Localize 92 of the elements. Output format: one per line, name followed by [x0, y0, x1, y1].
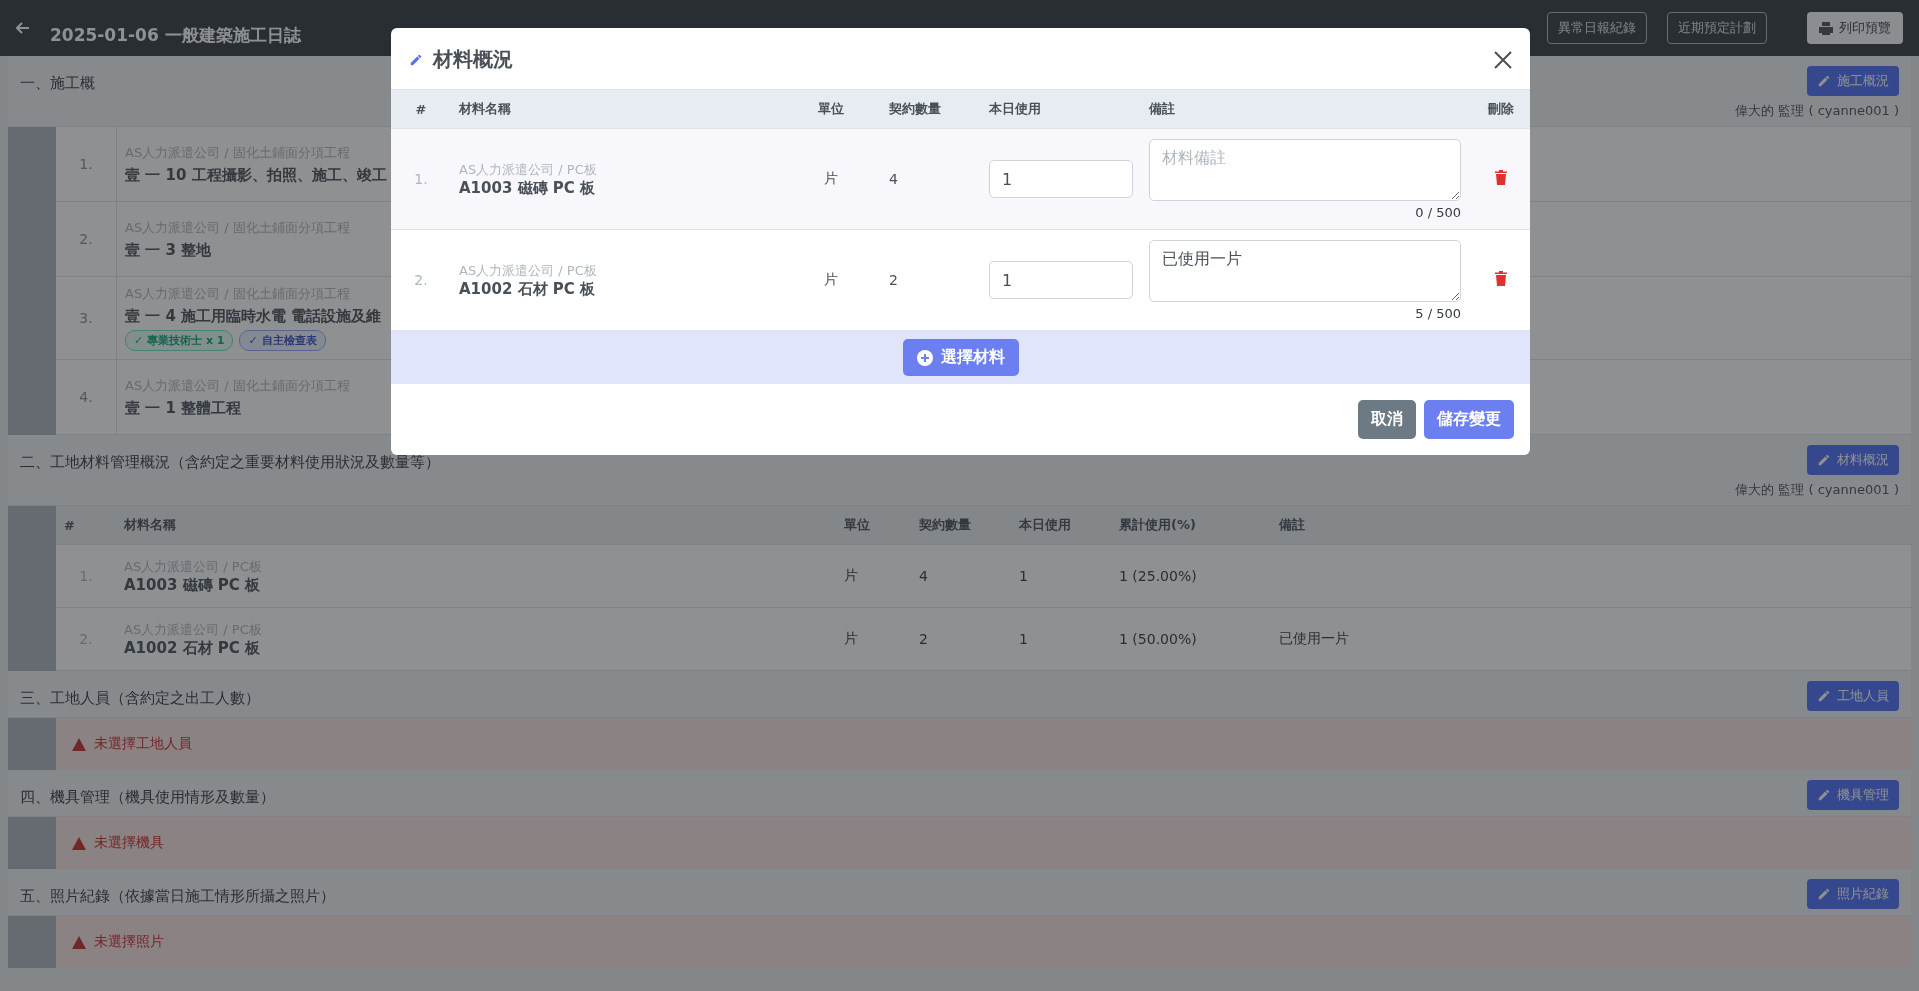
warning-text: 未選擇工地人員 — [94, 735, 192, 753]
char-count: 0 / 500 — [1414, 204, 1461, 220]
column-header: 本日使用 — [981, 90, 1141, 129]
section-title: 四、機具管理（機具使用情形及數量） — [20, 787, 276, 807]
status-tag: ✓ 自主檢查表 — [239, 330, 326, 351]
edit-button[interactable]: 工地人員 — [1807, 681, 1899, 711]
column-header: # — [56, 506, 116, 545]
page-title: 2025-01-06 一般建築施工日誌 — [50, 23, 301, 47]
trash-icon[interactable] — [1494, 170, 1507, 185]
column-header: 累計使用(%) — [1111, 506, 1271, 545]
char-count: 5 / 500 — [1414, 305, 1461, 321]
unit-cell: 片 — [781, 128, 881, 230]
note-text: 已使用一片 — [1279, 630, 1349, 646]
column-header: 刪除 — [1471, 90, 1530, 129]
author-label: 偉大的 監理 ( cyanne001 ) — [1735, 102, 1899, 120]
column-header: 單位 — [836, 506, 911, 545]
table-cell: 1 (50.00%) — [1111, 607, 1271, 671]
save-button[interactable]: 儲存變更 — [1424, 400, 1514, 439]
edit-button[interactable]: 材料概況 — [1807, 445, 1899, 475]
column-header: 材料名稱 — [451, 90, 781, 129]
task-name: 壹 一 3 整地 — [125, 240, 213, 260]
gutter-column — [8, 718, 56, 770]
warning-icon — [72, 737, 86, 751]
row-number: 3. — [56, 277, 117, 359]
task-name: 壹 一 10 工程攝影、拍照、施工、竣工 — [125, 165, 387, 185]
plus-circle-icon — [916, 349, 933, 366]
pencil-icon — [1817, 689, 1831, 703]
edit-button[interactable]: 照片紀錄 — [1807, 879, 1899, 909]
pencil-icon — [1817, 887, 1831, 901]
row-number: 2. — [391, 229, 451, 331]
column-header: 備註 — [1271, 506, 1911, 545]
column-header: 材料名稱 — [116, 506, 836, 545]
column-header: 本日使用 — [1011, 506, 1111, 545]
dialog-title: 材料概況 — [433, 46, 514, 73]
task-name: 壹 一 1 整體工程 — [125, 398, 243, 418]
edit-button[interactable]: 施工概況 — [1807, 66, 1899, 96]
material-name: A1002 石材 PC 板 — [459, 279, 597, 299]
toolbar-button[interactable]: 異常日報紀錄 — [1547, 12, 1647, 44]
table-cell: 1 — [1011, 544, 1111, 608]
source-label: AS人力派遣公司 / PC板 — [459, 160, 598, 179]
quantity-field[interactable]: 1 — [989, 261, 1133, 299]
row-number: 4. — [56, 360, 117, 434]
pencil-icon — [1817, 788, 1831, 802]
gutter-column — [8, 817, 56, 869]
close-icon[interactable] — [1494, 50, 1512, 69]
status-tag: ✓ 專業技術士 x 1 — [125, 330, 234, 351]
cancel-button[interactable]: 取消 — [1358, 400, 1416, 439]
note-field[interactable]: 已使用一片 — [1149, 239, 1461, 302]
row-number: 2. — [56, 202, 117, 276]
column-header: 契約數量 — [911, 506, 1011, 545]
table-cell: 1 (25.00%) — [1111, 544, 1271, 608]
table-cell: 片 — [836, 607, 911, 671]
author-label: 偉大的 監理 ( cyanne001 ) — [1735, 481, 1899, 499]
column-header: 契約數量 — [881, 90, 981, 129]
toolbar-button[interactable]: 近期預定計劃 — [1667, 12, 1767, 44]
table-cell: 4 — [911, 544, 1011, 608]
pencil-icon — [1817, 74, 1831, 88]
warning-text: 未選擇機具 — [94, 834, 164, 852]
edit-button[interactable]: 機具管理 — [1807, 780, 1899, 810]
source-label: AS人力派遣公司 / PC板 — [459, 261, 598, 280]
pencil-icon — [409, 52, 423, 67]
table-cell: 4 — [881, 128, 981, 230]
select-material-button[interactable]: 選擇材料 — [902, 339, 1019, 376]
pencil-icon — [1817, 453, 1831, 467]
trash-icon[interactable] — [1494, 271, 1507, 286]
column-header: 單位 — [781, 90, 881, 129]
row-number: 1. — [391, 128, 451, 230]
unit-cell: 片 — [781, 229, 881, 331]
table-cell: 片 — [836, 544, 911, 608]
task-name: 壹 一 4 施工用臨時水電 電話設施及維 — [125, 307, 382, 326]
warning-text: 未選擇照片 — [94, 933, 164, 951]
printer-icon — [1819, 21, 1833, 35]
table-cell: 2 — [911, 607, 1011, 671]
material-name: A1003 磁磚 PC 板 — [124, 575, 262, 595]
quantity-field[interactable]: 1 — [989, 160, 1133, 198]
section-title: 五、照片紀錄（依據當日施工情形所攝之照片） — [20, 886, 336, 906]
table-cell: 2 — [881, 229, 981, 331]
section-title: 三、工地人員（含約定之出工人數） — [20, 688, 261, 708]
table-cell: 1 — [1011, 607, 1111, 671]
back-icon[interactable] — [16, 22, 30, 34]
print-button[interactable]: 列印預覽 — [1807, 12, 1903, 44]
column-header: 備註 — [1141, 90, 1471, 129]
section-title: 二、工地材料管理概況（含約定之重要材料使用狀況及數量等） — [20, 452, 441, 472]
column-header: # — [391, 90, 451, 129]
warning-icon — [72, 935, 86, 949]
row-number: 1. — [56, 127, 117, 201]
material-name: A1003 磁磚 PC 板 — [459, 178, 597, 198]
warning-icon — [72, 836, 86, 850]
note-field[interactable]: 材料備註 — [1149, 138, 1461, 201]
section-title: 一、施工概 — [20, 73, 96, 93]
gutter-column — [8, 916, 56, 968]
material-name: A1002 石材 PC 板 — [124, 638, 262, 658]
